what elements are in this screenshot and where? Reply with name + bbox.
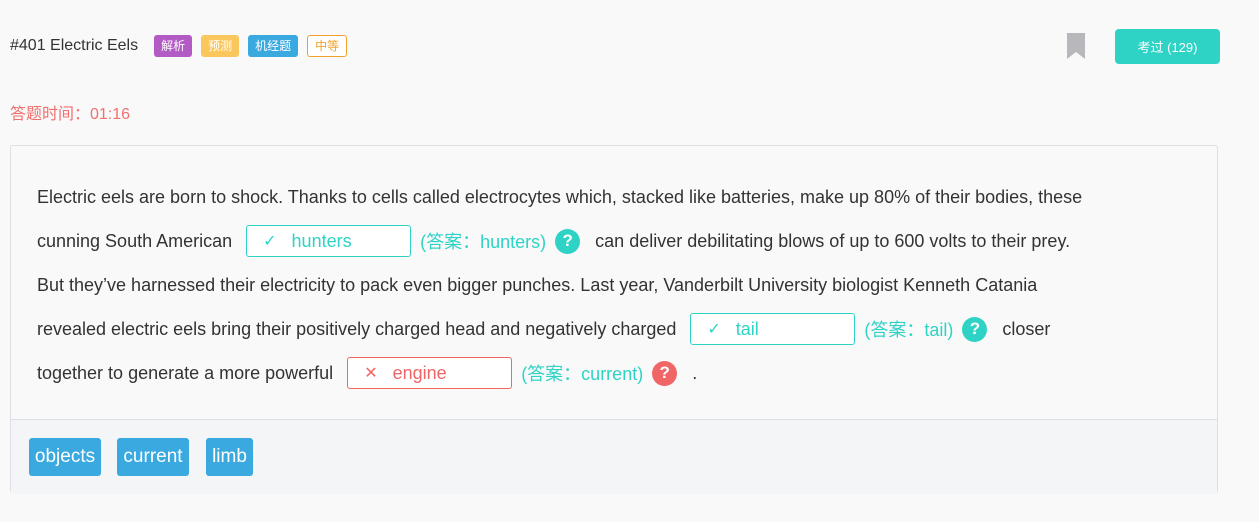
passage-line: together to generate a more powerful ✕ e… [37,357,697,389]
blank-3-answer: (答案：current) [521,364,644,384]
answer-timer: 答题时间：01:16 [10,106,131,123]
cross-icon: ✕ [364,365,378,382]
tag-prediction[interactable]: 预测 [201,35,240,57]
passage-text: But they’ve harnessed their electricity … [37,274,1038,295]
blank-2-answer: (答案：tail) [864,320,954,340]
blank-3-value: engine [392,362,447,383]
passage-text: together to generate a more powerful [37,362,334,383]
passed-count-button[interactable]: 考过 (129) [1115,29,1220,64]
passage-line: revealed electric eels bring their posit… [37,313,1050,345]
blank-1-value: hunters [291,230,352,251]
tag-analysis[interactable]: 解析 [154,35,193,57]
blank-2-value: tail [735,318,759,339]
question-header: #401 Electric Eels 解析 预测 机经题 中等 [10,33,356,59]
question-panel: Electric eels are born to shock. Thanks … [10,145,1218,494]
word-bank: objects current limb [11,419,1217,494]
tag-exam-question[interactable]: 机经题 [248,35,299,57]
help-icon[interactable]: ? [555,228,581,254]
question-title: #401 Electric Eels [10,37,139,54]
blank-1-answer: (答案：hunters) [420,232,547,252]
word-option[interactable]: limb [206,438,253,476]
blank-3-input[interactable]: ✕ engine [347,357,513,389]
passage-text: . [692,362,698,383]
passage-text: closer [1002,318,1051,339]
blank-2-input[interactable]: ✓ tail [690,313,856,345]
passage-text: cunning South American [37,230,233,251]
passage-text: Electric eels are born to shock. Thanks … [37,186,1083,207]
passage-text: revealed electric eels bring their posit… [37,318,677,339]
passage-line: But they’ve harnessed their electricity … [37,269,1037,301]
passage-line: Electric eels are born to shock. Thanks … [37,181,1082,213]
blank-1-input[interactable]: ✓ hunters [246,225,412,257]
passage-line: cunning South American ✓ hunters (答案：hun… [37,225,1070,257]
check-icon: ✓ [263,233,277,250]
check-icon: ✓ [707,321,721,338]
word-option[interactable]: current [117,438,189,476]
help-icon[interactable]: ? [652,360,678,386]
help-icon[interactable]: ? [962,316,988,342]
bookmark-icon[interactable] [1067,33,1085,59]
passage-text: can deliver debilitating blows of up to … [595,230,1071,251]
tag-difficulty: 中等 [307,35,348,57]
word-option[interactable]: objects [29,438,101,476]
